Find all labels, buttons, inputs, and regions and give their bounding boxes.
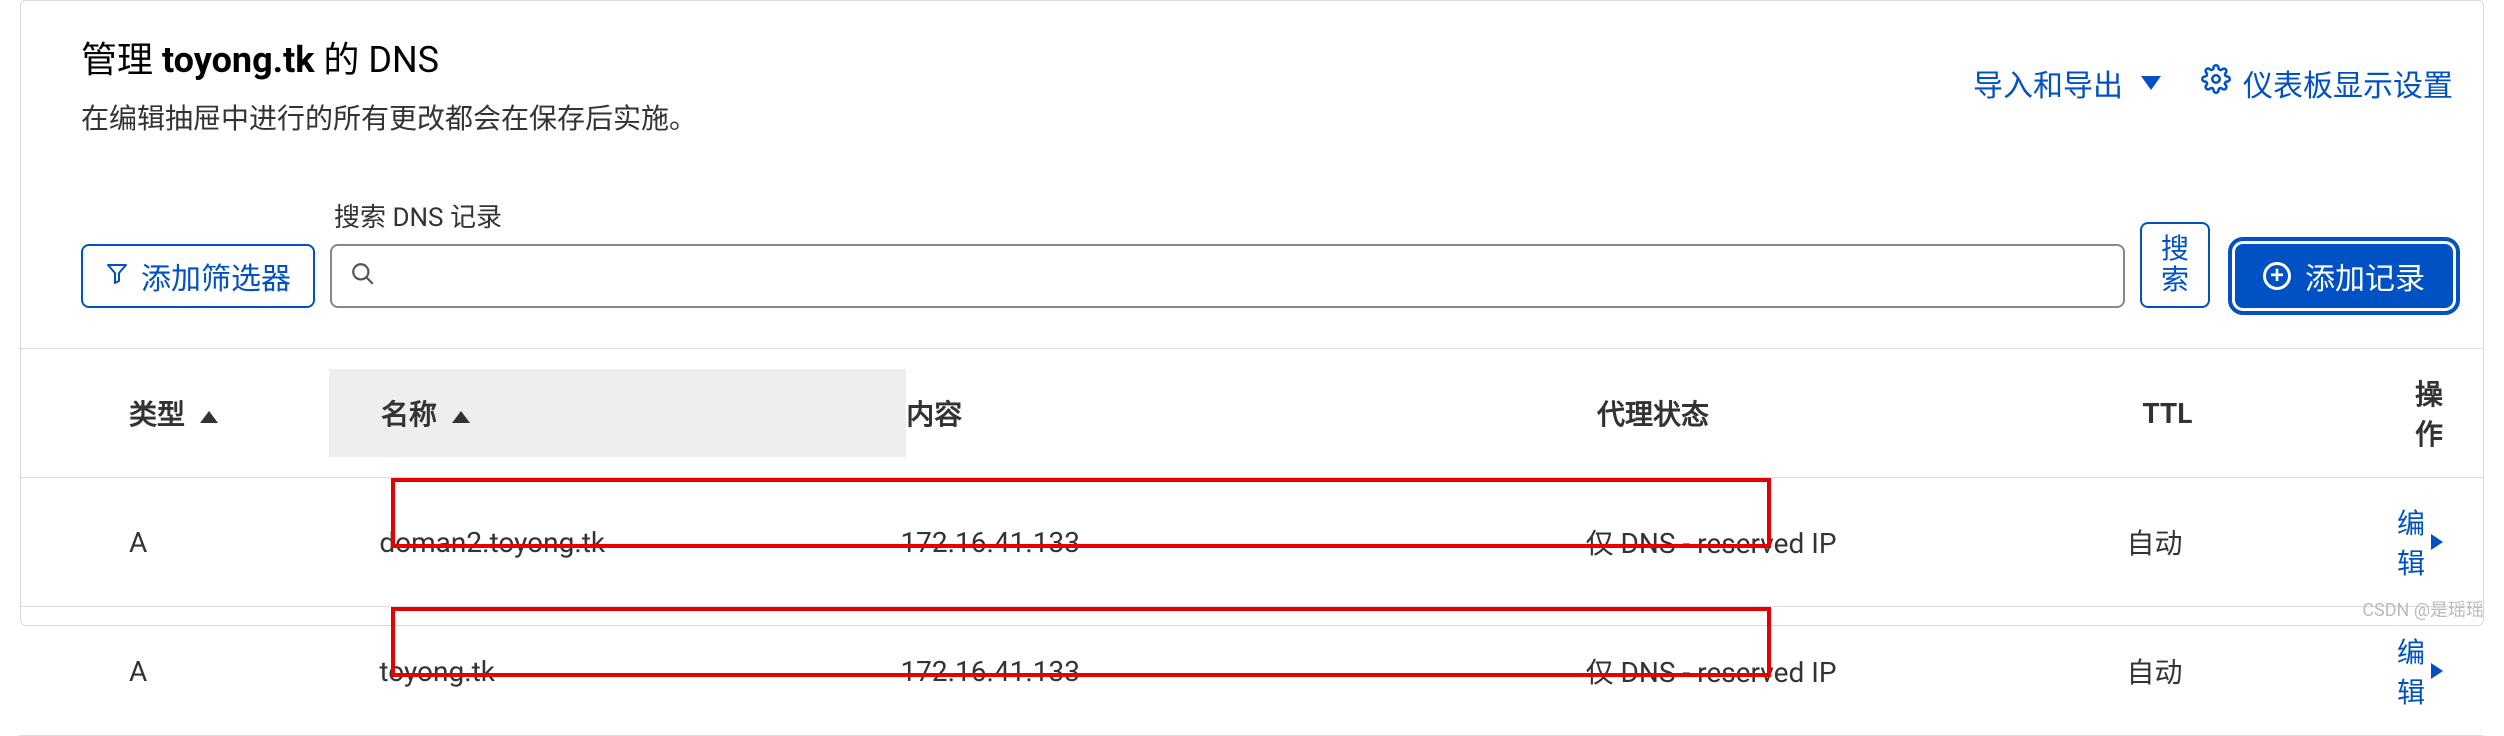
header-actions: 导入和导出 仪表板显示设置: [1973, 61, 2453, 105]
sort-asc-icon: [452, 411, 470, 423]
edit-button[interactable]: 编辑: [2397, 502, 2443, 582]
table-header: 类型 名称 内容 代理状态 TTL 操作: [19, 348, 2483, 478]
add-filter-button[interactable]: 添加筛选器: [81, 244, 315, 308]
page-subtitle: 在编辑抽屉中进行的所有更改都会在保存后实施。: [81, 97, 697, 137]
add-record-label: 添加记录: [2305, 254, 2425, 298]
cell-type: A: [19, 502, 327, 583]
search-input[interactable]: [388, 246, 2105, 306]
cell-name: doman2.toyong.tk: [327, 502, 900, 583]
cell-type: A: [19, 631, 327, 712]
col-type-label: 类型: [129, 398, 185, 431]
dashboard-settings-label: 仪表板显示设置: [2243, 61, 2453, 105]
header-left: 管理 toyong.tk 的 DNS 在编辑抽屉中进行的所有更改都会在保存后实施…: [81, 31, 697, 137]
cell-ttl: 自动: [2127, 498, 2397, 586]
table-row: Atoyong.tk172.16.41.133仅 DNS - reserved …: [19, 607, 2483, 736]
col-proxy[interactable]: 代理状态: [1597, 369, 2142, 457]
plus-circle-icon: +: [2263, 262, 2291, 290]
cell-content: 172.16.41.133: [900, 631, 1585, 712]
sort-asc-icon: [200, 411, 218, 423]
search-label: 搜索 DNS 记录: [334, 197, 2125, 234]
caret-down-icon: [2141, 76, 2161, 90]
cell-proxy: 仅 DNS - reserved IP: [1586, 498, 2127, 586]
gear-icon: [2201, 64, 2231, 102]
add-filter-label: 添加筛选器: [141, 254, 291, 298]
search-row: 添加筛选器 搜索 DNS 记录 搜索 + 添加记录: [81, 197, 2453, 308]
watermark: CSDN @是瑶瑶: [2362, 596, 2484, 622]
chevron-right-icon: [2431, 534, 2443, 550]
search-input-wrap[interactable]: [330, 244, 2125, 308]
chevron-right-icon: [2431, 663, 2443, 679]
title-prefix: 管理: [81, 39, 162, 81]
cell-ttl: 自动: [2127, 627, 2397, 715]
cell-actions: 编辑: [2397, 607, 2483, 735]
search-icon: [350, 261, 376, 291]
search-button[interactable]: 搜索: [2140, 222, 2210, 308]
cell-name: toyong.tk: [327, 631, 900, 712]
dns-panel: 管理 toyong.tk 的 DNS 在编辑抽屉中进行的所有更改都会在保存后实施…: [20, 0, 2484, 626]
cell-proxy: 仅 DNS - reserved IP: [1586, 627, 2127, 715]
col-content[interactable]: 内容: [906, 369, 1597, 457]
col-ttl[interactable]: TTL: [2142, 373, 2415, 454]
dashboard-settings-link[interactable]: 仪表板显示设置: [2201, 61, 2453, 105]
edit-button[interactable]: 编辑: [2397, 631, 2443, 711]
page-title: 管理 toyong.tk 的 DNS: [81, 31, 697, 83]
search-group: 搜索 DNS 记录: [330, 197, 2125, 308]
col-type[interactable]: 类型: [19, 369, 329, 457]
title-domain: toyong.tk: [162, 39, 315, 81]
import-export-label: 导入和导出: [1973, 61, 2123, 105]
cell-actions: 编辑: [2397, 478, 2483, 606]
col-name-label: 名称: [381, 398, 437, 431]
dns-table: 类型 名称 内容 代理状态 TTL 操作 Adoman2.toyong.tk17…: [19, 348, 2483, 736]
title-suffix: 的 DNS: [315, 39, 440, 81]
table-body: Adoman2.toyong.tk172.16.41.133仅 DNS - re…: [19, 478, 2483, 736]
funnel-icon: [105, 259, 129, 293]
col-name[interactable]: 名称: [329, 369, 906, 457]
table-row: Adoman2.toyong.tk172.16.41.133仅 DNS - re…: [19, 478, 2483, 607]
cell-content: 172.16.41.133: [900, 502, 1585, 583]
import-export-dropdown[interactable]: 导入和导出: [1973, 61, 2161, 105]
col-actions: 操作: [2415, 349, 2483, 477]
header-row: 管理 toyong.tk 的 DNS 在编辑抽屉中进行的所有更改都会在保存后实施…: [81, 31, 2453, 137]
add-record-button[interactable]: + 添加记录: [2235, 244, 2453, 308]
